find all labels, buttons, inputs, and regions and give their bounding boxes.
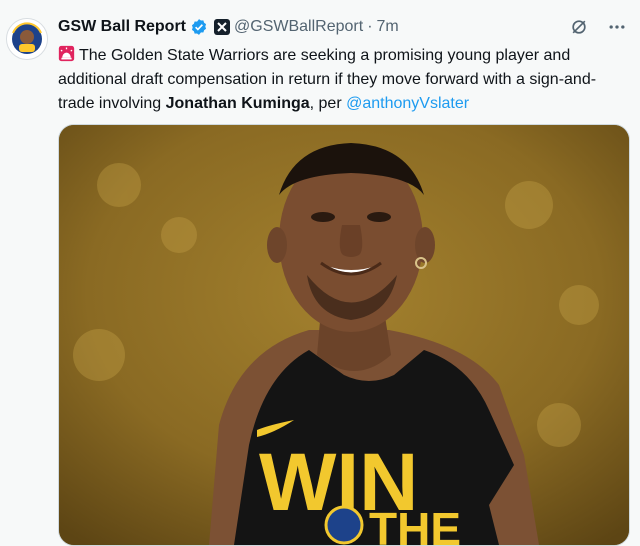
timestamp[interactable]: 7m — [377, 16, 399, 38]
mention-link[interactable]: @anthonyVslater — [346, 95, 469, 112]
tweet-text: The Golden State Warriors are seeking a … — [58, 44, 628, 116]
siren-icon — [58, 45, 75, 62]
tweet-media-image[interactable]: WIN THE — [58, 124, 630, 546]
tweet-header: GSW Ball Report @GSWBallReport · 7m — [58, 16, 620, 38]
display-name[interactable]: GSW Ball Report — [58, 16, 186, 38]
handle[interactable]: @GSWBallReport — [234, 16, 363, 38]
player-name: Jonathan Kuminga — [165, 95, 310, 112]
tweet-text-part2: , per — [309, 95, 347, 112]
tweet-actions — [566, 16, 630, 38]
avatar[interactable] — [6, 18, 48, 60]
x-badge-icon — [214, 19, 231, 35]
separator: · — [367, 18, 373, 35]
more-icon[interactable] — [604, 16, 630, 38]
shirt-text-the: THE — [369, 503, 461, 545]
tweet[interactable]: GSW Ball Report @GSWBallReport · 7m The … — [0, 0, 640, 546]
verified-badge-icon — [190, 18, 208, 36]
grok-icon[interactable] — [566, 16, 592, 38]
